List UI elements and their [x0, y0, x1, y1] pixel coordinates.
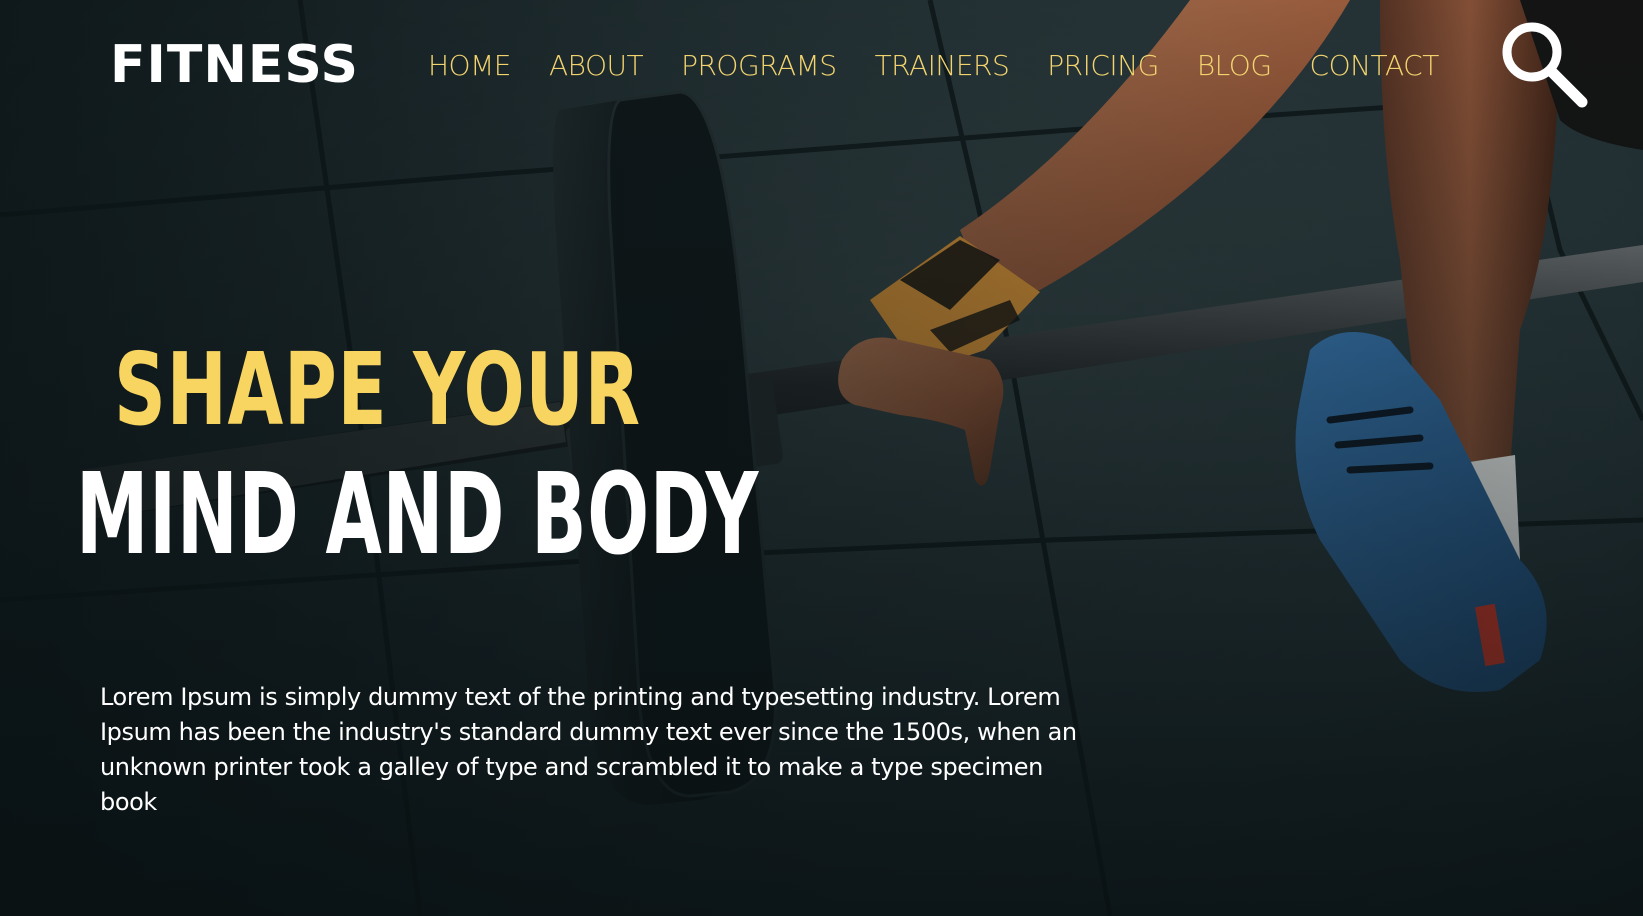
nav-item-about: ABOUT: [549, 49, 644, 82]
nav-link-trainers[interactable]: TRAINERS: [875, 49, 1010, 82]
hero-headline-line2: MIND AND BODY: [76, 450, 759, 580]
main-navigation: HOME ABOUT PROGRAMS TRAINERS PRICING BLO…: [428, 40, 1439, 90]
nav-item-contact: CONTACT: [1310, 49, 1440, 82]
nav-link-pricing[interactable]: PRICING: [1047, 49, 1159, 82]
nav-item-pricing: PRICING: [1047, 49, 1159, 82]
nav-item-home: HOME: [428, 49, 511, 82]
site-logo[interactable]: FITNESS: [110, 30, 359, 100]
nav-item-blog: BLOG: [1197, 49, 1272, 82]
search-button[interactable]: [1498, 18, 1590, 110]
nav-link-about[interactable]: ABOUT: [549, 49, 644, 82]
nav-link-blog[interactable]: BLOG: [1197, 49, 1272, 82]
hero-intro-text: Lorem Ipsum is simply dummy text of the …: [100, 683, 1077, 816]
nav-link-home[interactable]: HOME: [428, 49, 511, 82]
search-icon: [1502, 22, 1588, 108]
landing-page: FITNESS HOME ABOUT PROGRAMS TRAINERS PRI…: [0, 0, 1643, 916]
hero-headline-line1: SHAPE YOUR: [114, 331, 641, 448]
nav-link-contact[interactable]: CONTACT: [1310, 49, 1440, 82]
nav-item-trainers: TRAINERS: [875, 49, 1010, 82]
nav-link-programs[interactable]: PROGRAMS: [681, 49, 837, 82]
nav-item-programs: PROGRAMS: [681, 49, 837, 82]
